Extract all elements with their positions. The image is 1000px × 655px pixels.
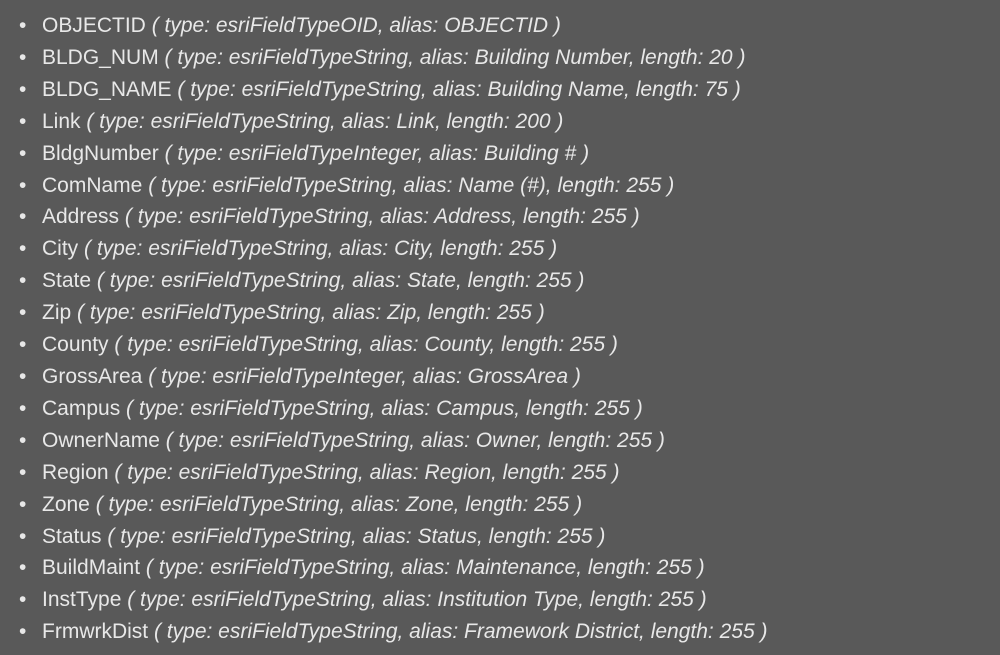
field-details: ( type: esriFieldTypeInteger, alias: Gro… (148, 365, 581, 388)
field-details: ( type: esriFieldTypeString, alias: City… (84, 237, 557, 260)
field-name: InstType (42, 588, 121, 611)
field-details: ( type: esriFieldTypeString, alias: Owne… (166, 429, 665, 452)
field-name: OBJECTID (42, 14, 146, 37)
field-name: Address (42, 205, 119, 228)
field-name: OwnerName (42, 429, 160, 452)
list-item: Campus ( type: esriFieldTypeString, alia… (0, 393, 1000, 425)
list-item: GrossArea ( type: esriFieldTypeInteger, … (0, 361, 1000, 393)
field-name: GrossArea (42, 365, 142, 388)
list-item: City ( type: esriFieldTypeString, alias:… (0, 233, 1000, 265)
list-item: BldgNumber ( type: esriFieldTypeInteger,… (0, 138, 1000, 170)
field-details: ( type: esriFieldTypeString, alias: Stat… (97, 269, 585, 292)
field-name: Campus (42, 397, 120, 420)
list-item: Address ( type: esriFieldTypeString, ali… (0, 201, 1000, 233)
field-details: ( type: esriFieldTypeString, alias: Coun… (114, 333, 617, 356)
field-name: State (42, 269, 91, 292)
list-item: InstType ( type: esriFieldTypeString, al… (0, 584, 1000, 616)
field-details: ( type: esriFieldTypeString, alias: Zip,… (77, 301, 545, 324)
field-details: ( type: esriFieldTypeString, alias: Inst… (127, 588, 706, 611)
list-item: Zone ( type: esriFieldTypeString, alias:… (0, 489, 1000, 521)
field-details: ( type: esriFieldTypeString, alias: Name… (148, 174, 674, 197)
field-name: BldgNumber (42, 142, 159, 165)
field-details: ( type: esriFieldTypeString, alias: Buil… (165, 46, 746, 69)
field-details: ( type: esriFieldTypeString, alias: Stat… (107, 525, 605, 548)
list-item: BLDG_NAME ( type: esriFieldTypeString, a… (0, 74, 1000, 106)
field-name: Status (42, 525, 102, 548)
field-name: Link (42, 110, 81, 133)
field-name: Region (42, 461, 109, 484)
field-name: Zip (42, 301, 71, 324)
field-details: ( type: esriFieldTypeString, alias: Addr… (125, 205, 640, 228)
field-details: ( type: esriFieldTypeString, alias: Buil… (177, 78, 740, 101)
field-name: BLDG_NUM (42, 46, 159, 69)
list-item: State ( type: esriFieldTypeString, alias… (0, 265, 1000, 297)
list-item: FrmwrkDist ( type: esriFieldTypeString, … (0, 616, 1000, 648)
field-name: Zone (42, 493, 90, 516)
field-name: BLDG_NAME (42, 78, 172, 101)
field-details: ( type: esriFieldTypeString, alias: Camp… (126, 397, 643, 420)
field-details: ( type: esriFieldTypeInteger, alias: Bui… (165, 142, 589, 165)
field-name: BuildMaint (42, 556, 140, 579)
field-name: ComName (42, 174, 142, 197)
field-details: ( type: esriFieldTypeString, alias: Link… (86, 110, 563, 133)
list-item: BuildMaint ( type: esriFieldTypeString, … (0, 552, 1000, 584)
field-details: ( type: esriFieldTypeOID, alias: OBJECTI… (152, 14, 561, 37)
list-item: Region ( type: esriFieldTypeString, alia… (0, 457, 1000, 489)
list-item: OwnerName ( type: esriFieldTypeString, a… (0, 425, 1000, 457)
list-item: BLDG_NUM ( type: esriFieldTypeString, al… (0, 42, 1000, 74)
field-details: ( type: esriFieldTypeString, alias: Regi… (114, 461, 619, 484)
field-name: County (42, 333, 109, 356)
field-details: ( type: esriFieldTypeString, alias: Fram… (154, 620, 767, 643)
field-details: ( type: esriFieldTypeString, alias: Zone… (96, 493, 582, 516)
field-name: City (42, 237, 78, 260)
list-item: Status ( type: esriFieldTypeString, alia… (0, 521, 1000, 553)
list-item: Link ( type: esriFieldTypeString, alias:… (0, 106, 1000, 138)
list-item: Zip ( type: esriFieldTypeString, alias: … (0, 297, 1000, 329)
list-item: ComName ( type: esriFieldTypeString, ali… (0, 170, 1000, 202)
list-item: County ( type: esriFieldTypeString, alia… (0, 329, 1000, 361)
field-details: ( type: esriFieldTypeString, alias: Main… (146, 556, 705, 579)
list-item: OBJECTID ( type: esriFieldTypeOID, alias… (0, 10, 1000, 42)
field-name: FrmwrkDist (42, 620, 148, 643)
field-list: OBJECTID ( type: esriFieldTypeOID, alias… (0, 10, 1000, 648)
